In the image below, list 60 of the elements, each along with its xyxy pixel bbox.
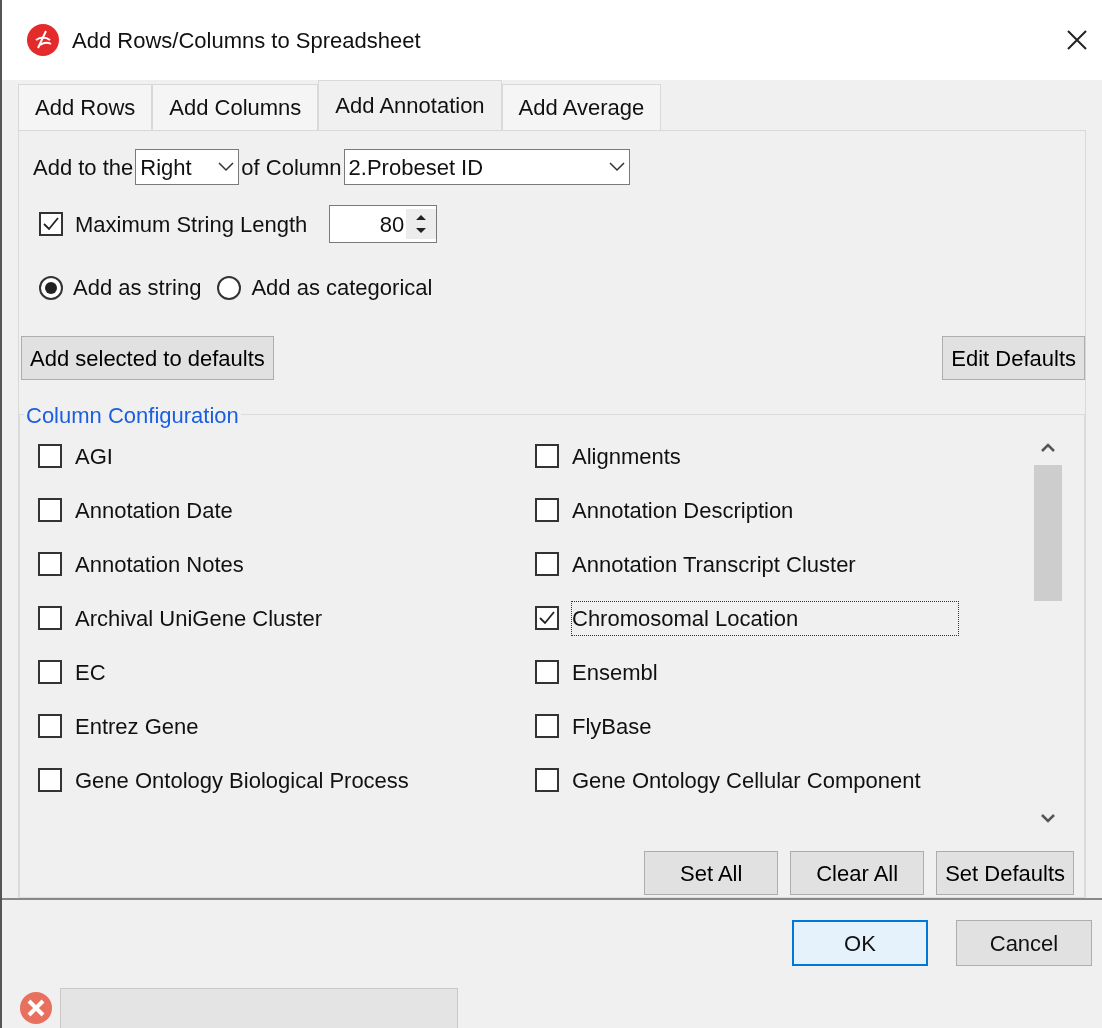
checkbox-label[interactable]: Annotation Transcript Cluster	[571, 546, 857, 582]
checkbox[interactable]	[38, 552, 62, 576]
checkbox[interactable]	[535, 768, 559, 792]
checkbox-label[interactable]: FlyBase	[571, 708, 653, 744]
checkbox[interactable]	[39, 212, 63, 236]
column-label: of Column	[241, 153, 342, 182]
checkbox[interactable]	[535, 444, 559, 468]
checkbox[interactable]	[535, 660, 559, 684]
checkbox[interactable]	[38, 714, 62, 738]
checkbox-label[interactable]: AGI	[74, 438, 114, 474]
chevron-down-icon	[218, 162, 235, 172]
scroll-thumb[interactable]	[1034, 465, 1062, 601]
defaults-button[interactable]: Edit Defaults	[942, 336, 1085, 380]
defaults-button[interactable]: Add selected to defaults	[21, 336, 274, 380]
radio-button[interactable]	[217, 275, 242, 300]
tab[interactable]: Add Average	[501, 84, 662, 130]
scroll-up-icon[interactable]	[1040, 441, 1056, 453]
checkbox-label[interactable]: Gene Ontology Cellular Component	[571, 762, 922, 798]
tab[interactable]: Add Columns	[152, 84, 319, 130]
checkbox-label[interactable]: Gene Ontology Biological Process	[74, 762, 410, 798]
checkbox-label: Maximum String Length	[75, 210, 308, 239]
tab[interactable]: Add Rows	[18, 84, 153, 130]
checkbox-label[interactable]: Annotation Description	[571, 492, 795, 528]
checkbox[interactable]	[535, 606, 559, 630]
radio-label: Add as categorical	[251, 274, 433, 302]
scroll-down-icon[interactable]	[1040, 813, 1056, 825]
checkbox[interactable]	[535, 714, 559, 738]
list-button[interactable]: Clear All	[790, 851, 925, 895]
app-logo-icon	[26, 23, 60, 57]
checkbox-label[interactable]: Annotation Date	[74, 492, 234, 528]
spin-arrows-icon[interactable]	[406, 209, 437, 239]
side-dropdown[interactable]: Right	[135, 149, 240, 185]
checkbox[interactable]	[535, 552, 559, 576]
checkbox-label[interactable]: EC	[74, 654, 107, 690]
number-spinner[interactable]: 80	[329, 205, 438, 243]
checkbox[interactable]	[38, 660, 62, 684]
error-icon	[18, 990, 54, 1026]
list-button[interactable]: Set All	[644, 851, 779, 895]
checkbox-label[interactable]: Annotation Notes	[74, 546, 245, 582]
checkbox[interactable]	[38, 498, 62, 522]
checkbox-label[interactable]: Chromosomal Location	[571, 600, 960, 636]
checkbox-label[interactable]: Alignments	[571, 438, 682, 474]
chevron-down-icon	[608, 162, 625, 172]
column-dropdown[interactable]: 2.Probeset ID	[343, 149, 630, 185]
checkbox-label[interactable]: Ensembl	[571, 654, 659, 690]
checkbox[interactable]	[38, 444, 62, 468]
dialog-button[interactable]: OK	[792, 920, 928, 966]
checkbox[interactable]	[535, 498, 559, 522]
radio-label: Add as string	[73, 274, 202, 302]
list-button[interactable]: Set Defaults	[936, 851, 1074, 895]
position-label: Add to the	[33, 153, 134, 182]
window-title: Add Rows/Columns to Spreadsheet	[72, 26, 422, 55]
checkbox[interactable]	[38, 768, 62, 792]
checkbox-label[interactable]: Entrez Gene	[74, 708, 200, 744]
checkbox-label[interactable]: Archival UniGene Cluster	[74, 600, 323, 636]
checkbox[interactable]	[38, 606, 62, 630]
close-icon[interactable]	[1066, 29, 1088, 51]
tab[interactable]: Add Annotation	[318, 80, 502, 130]
dialog-button[interactable]: Cancel	[956, 920, 1092, 966]
radio-button[interactable]	[39, 275, 63, 300]
